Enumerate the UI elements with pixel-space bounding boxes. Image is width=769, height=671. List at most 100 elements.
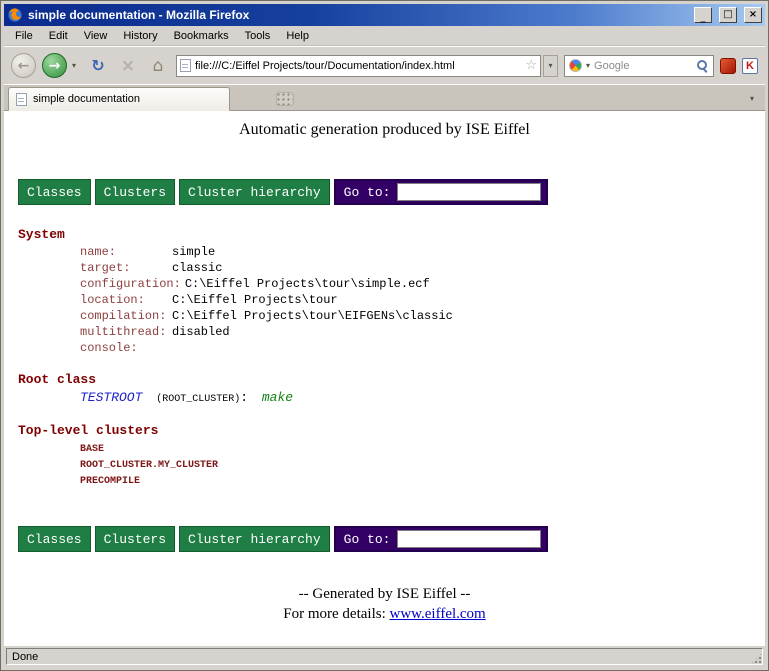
back-icon: ←: [18, 58, 30, 74]
property-value: simple: [172, 244, 215, 260]
stop-button[interactable]: ×: [116, 54, 140, 78]
eiffel-website-link[interactable]: www.eiffel.com: [390, 606, 486, 622]
property-key: target:: [80, 260, 172, 276]
classes-button[interactable]: Classes: [18, 526, 91, 552]
property-key: configuration:: [80, 276, 185, 292]
classes-button[interactable]: Classes: [18, 179, 91, 205]
cluster-link-precompile[interactable]: PRECOMPILE: [80, 474, 751, 490]
search-engine-dropdown[interactable]: ▾: [586, 61, 590, 70]
firefox-icon: [7, 7, 23, 23]
tab-favicon-icon: [16, 93, 27, 106]
system-row-configuration: configuration: C:\Eiffel Projects\tour\s…: [80, 276, 751, 292]
back-button[interactable]: ←: [11, 53, 36, 78]
chevron-down-icon: ▾: [750, 94, 754, 103]
property-key: compilation:: [80, 308, 172, 324]
search-input[interactable]: Google: [594, 60, 692, 72]
reload-button[interactable]: ↻: [86, 54, 110, 78]
titlebar[interactable]: simple documentation - Mozilla Firefox _…: [4, 4, 765, 26]
url-history-dropdown[interactable]: ▾: [543, 55, 558, 77]
new-tab-button[interactable]: [276, 92, 294, 106]
menu-history[interactable]: History: [115, 27, 165, 45]
property-key: console:: [80, 340, 172, 356]
system-row-multithread: multithread: disabled: [80, 324, 751, 340]
bookmark-star-icon[interactable]: ☆: [525, 58, 537, 73]
window-title: simple documentation - Mozilla Firefox: [28, 8, 687, 22]
menubar: File Edit View History Bookmarks Tools H…: [4, 26, 765, 46]
property-value: disabled: [172, 324, 230, 340]
goto-input[interactable]: [397, 530, 541, 548]
navigation-toolbar: ← → ▾ ↻ × ⌂ file:///C:/Eiffel Projects/t…: [4, 46, 765, 84]
goto-section: Go to:: [334, 526, 549, 552]
menu-view[interactable]: View: [76, 27, 116, 45]
doc-navbar-bottom: Classes Clusters Cluster hierarchy Go to…: [18, 526, 751, 552]
firefox-window: simple documentation - Mozilla Firefox _…: [0, 0, 769, 671]
chevron-down-icon: ▾: [72, 61, 76, 70]
search-bar[interactable]: ▾ Google: [564, 55, 714, 77]
status-text: Done: [12, 651, 38, 663]
list-all-tabs-button[interactable]: ▾: [743, 88, 761, 108]
reload-icon: ↻: [91, 56, 104, 75]
cluster-hierarchy-button[interactable]: Cluster hierarchy: [179, 179, 330, 205]
status-bar: Done: [4, 645, 765, 667]
menu-tools[interactable]: Tools: [237, 27, 279, 45]
page-favicon-icon: [180, 59, 191, 72]
tab-simple-documentation[interactable]: simple documentation: [8, 87, 230, 111]
property-key: name:: [80, 244, 172, 260]
clusters-button[interactable]: Clusters: [95, 179, 175, 205]
doc-footer: -- Generated by ISE Eiffel -- For more d…: [18, 584, 751, 624]
chevron-down-icon: ▾: [548, 61, 552, 70]
menu-bookmarks[interactable]: Bookmarks: [166, 27, 237, 45]
root-separator: :: [240, 390, 248, 405]
system-row-name: name: simple: [80, 244, 751, 260]
system-row-target: target: classic: [80, 260, 751, 276]
root-feature-link[interactable]: make: [262, 390, 293, 405]
maximize-icon: □: [723, 10, 732, 20]
property-value: C:\Eiffel Projects\tour\simple.ecf: [185, 276, 430, 292]
property-key: multithread:: [80, 324, 172, 340]
minimize-button[interactable]: _: [694, 7, 712, 23]
addon-red-icon[interactable]: [720, 58, 736, 74]
tab-bar: simple documentation ▾: [4, 84, 765, 111]
status-panel: Done: [6, 648, 763, 665]
menu-edit[interactable]: Edit: [41, 27, 76, 45]
system-row-console: console:: [80, 340, 751, 356]
goto-input[interactable]: [397, 183, 541, 201]
forward-icon: →: [49, 58, 61, 74]
home-icon: ⌂: [153, 56, 164, 76]
system-properties: name: simple target: classic configurati…: [80, 244, 751, 356]
maximize-button[interactable]: □: [719, 7, 737, 23]
goto-label: Go to:: [344, 185, 391, 200]
footer-details-line: For more details: www.eiffel.com: [18, 604, 751, 624]
stop-icon: ×: [121, 56, 135, 76]
cluster-hierarchy-button[interactable]: Cluster hierarchy: [179, 526, 330, 552]
url-bar[interactable]: file:///C:/Eiffel Projects/tour/Document…: [176, 55, 541, 77]
footer-generated-line: -- Generated by ISE Eiffel --: [18, 584, 751, 604]
root-class-entry: TESTROOT (ROOT_CLUSTER): make: [80, 389, 751, 409]
eiffel-doc-page: Automatic generation produced by ISE Eif…: [4, 111, 765, 624]
root-class-heading: Root class: [18, 372, 751, 387]
root-class-link[interactable]: TESTROOT: [80, 390, 142, 405]
minimize-icon: _: [701, 13, 706, 23]
home-button[interactable]: ⌂: [146, 54, 170, 78]
menu-file[interactable]: File: [7, 27, 41, 45]
footer-details-prefix: For more details:: [283, 606, 389, 622]
property-key: location:: [80, 292, 172, 308]
addon-k-icon[interactable]: K: [742, 58, 758, 74]
url-input[interactable]: file:///C:/Eiffel Projects/tour/Document…: [195, 60, 521, 72]
clusters-heading: Top-level clusters: [18, 423, 751, 438]
forward-button[interactable]: →: [42, 53, 67, 78]
property-value: C:\Eiffel Projects\tour: [172, 292, 338, 308]
close-button[interactable]: ×: [744, 7, 762, 23]
cluster-list: BASE ROOT_CLUSTER.MY_CLUSTER PRECOMPILE: [80, 442, 751, 490]
menu-help[interactable]: Help: [278, 27, 317, 45]
property-value: C:\Eiffel Projects\tour\EIFGENs\classic: [172, 308, 453, 324]
clusters-button[interactable]: Clusters: [95, 526, 175, 552]
system-row-location: location: C:\Eiffel Projects\tour: [80, 292, 751, 308]
browser-viewport: Automatic generation produced by ISE Eif…: [4, 111, 765, 645]
forward-history-dropdown[interactable]: ▾: [68, 56, 80, 76]
goto-label: Go to:: [344, 532, 391, 547]
cluster-link-base[interactable]: BASE: [80, 442, 751, 458]
page-title: Automatic generation produced by ISE Eif…: [18, 121, 751, 139]
cluster-link-root-cluster-my-cluster[interactable]: ROOT_CLUSTER.MY_CLUSTER: [80, 458, 751, 474]
search-icon[interactable]: [696, 59, 709, 72]
